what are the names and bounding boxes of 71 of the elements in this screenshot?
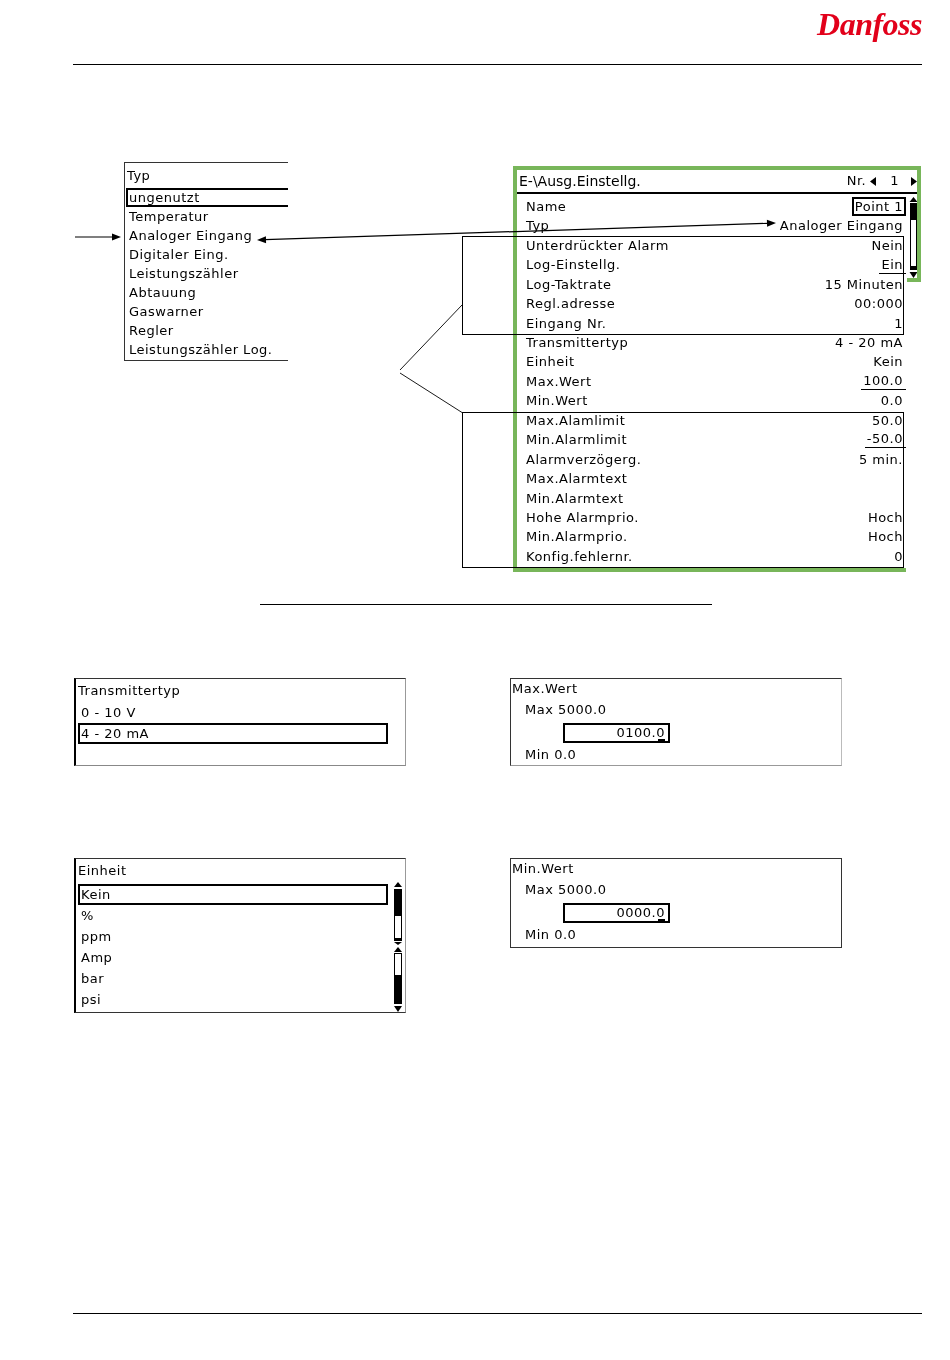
range-label: Max 5000.0 (525, 701, 607, 720)
setting-value: 15 Minuten (824, 275, 904, 294)
range-label: Min 0.0 (525, 926, 577, 945)
menu-item[interactable]: ungenutzt (126, 188, 288, 207)
menu-item[interactable]: Leistungszähler (126, 264, 288, 283)
setting-value: 4 - 20 mA (835, 334, 904, 353)
setting-value: 0 (894, 547, 904, 566)
brand-logo: Danfoss (817, 8, 922, 40)
setting-value: Hoch (867, 528, 904, 547)
setting-label: Typ (526, 217, 550, 236)
number-value: 1 (890, 172, 899, 191)
setting-label: Konfig.fehlernr. (526, 547, 633, 566)
number-field[interactable]: 0100.0 (563, 722, 670, 743)
option-item[interactable]: psi (78, 989, 388, 1010)
setting-label: Regl.adresse (526, 295, 616, 314)
menu-item[interactable]: Abtauung (126, 283, 288, 302)
setting-value: -50.0 (864, 431, 906, 449)
setting-value: Ein (879, 256, 906, 274)
screen-title: E-\Ausg.Einstellg. (519, 171, 641, 191)
setting-label: Min.Alarmlimit (526, 431, 628, 450)
setting-label: Min.Alarmtext (526, 489, 624, 508)
menu-item[interactable]: Regler (126, 321, 288, 340)
setting-label: Log-Einstellg. (526, 256, 621, 275)
setting-label: Min.Wert (526, 392, 588, 411)
menu-item[interactable]: Gaswarner (126, 302, 288, 321)
setting-label: Transmittertyp (526, 334, 629, 353)
setting-label: Alarmverzögerg. (526, 450, 642, 469)
menu-title: Typ (127, 166, 151, 185)
setting-label: Max.Alarmtext (526, 470, 628, 489)
setting-label: Min.Alarmprio. (526, 528, 628, 547)
right-triangle-icon (911, 176, 917, 186)
text-field[interactable]: Point 1 (851, 197, 906, 217)
setting-value: Nein (871, 236, 904, 255)
setting-label: Hohe Alarmprio. (526, 508, 639, 527)
setting-label: Eingang Nr. (526, 314, 607, 333)
menu-item[interactable]: Leistungszähler Log. (126, 340, 288, 359)
option-item[interactable]: 4 - 20 mA (78, 723, 388, 744)
setting-value: 00:000 (854, 295, 904, 314)
number-field[interactable]: 0000.0 (563, 902, 670, 923)
setting-label: Log-Taktrate (526, 275, 612, 294)
menu-item[interactable]: Temperatur (126, 207, 288, 226)
dialog-title: Min.Wert (512, 860, 574, 879)
setting-value: 5 min. (858, 450, 904, 469)
dialog-title: Max.Wert (512, 680, 578, 699)
setting-value: Kein (873, 353, 904, 372)
option-item[interactable]: Amp (78, 947, 388, 968)
menu-item[interactable]: Digitaler Eing. (126, 245, 288, 264)
option-item[interactable]: bar (78, 968, 388, 989)
dialog-title: Transmittertyp (78, 681, 181, 700)
menu-item[interactable]: Analoger Eingang (126, 226, 288, 245)
number-label: Nr. (846, 172, 867, 191)
setting-label: Einheit (526, 353, 575, 372)
setting-value: 0.0 (880, 392, 904, 411)
range-label: Min 0.0 (525, 746, 577, 765)
arrow (74, 233, 121, 241)
setting-label: Max.Wert (526, 372, 592, 391)
range-label: Max 5000.0 (525, 881, 607, 900)
option-item[interactable]: ppm (78, 926, 388, 947)
option-item[interactable]: % (78, 905, 388, 926)
setting-label: Name (526, 197, 567, 216)
setting-value: 50.0 (872, 411, 904, 430)
setting-value: 100.0 (861, 373, 906, 391)
option-item[interactable]: 0 - 10 V (78, 702, 388, 723)
setting-label: Max.Alamlimit (526, 411, 626, 430)
dialog-title: Einheit (78, 862, 127, 881)
left-triangle-icon (870, 176, 877, 186)
option-item[interactable]: Kein (78, 884, 388, 905)
setting-value: Analoger Eingang (779, 217, 904, 236)
setting-value: 1 (894, 314, 904, 333)
setting-label: Unterdrückter Alarm (526, 236, 669, 255)
setting-value: Hoch (867, 508, 904, 527)
